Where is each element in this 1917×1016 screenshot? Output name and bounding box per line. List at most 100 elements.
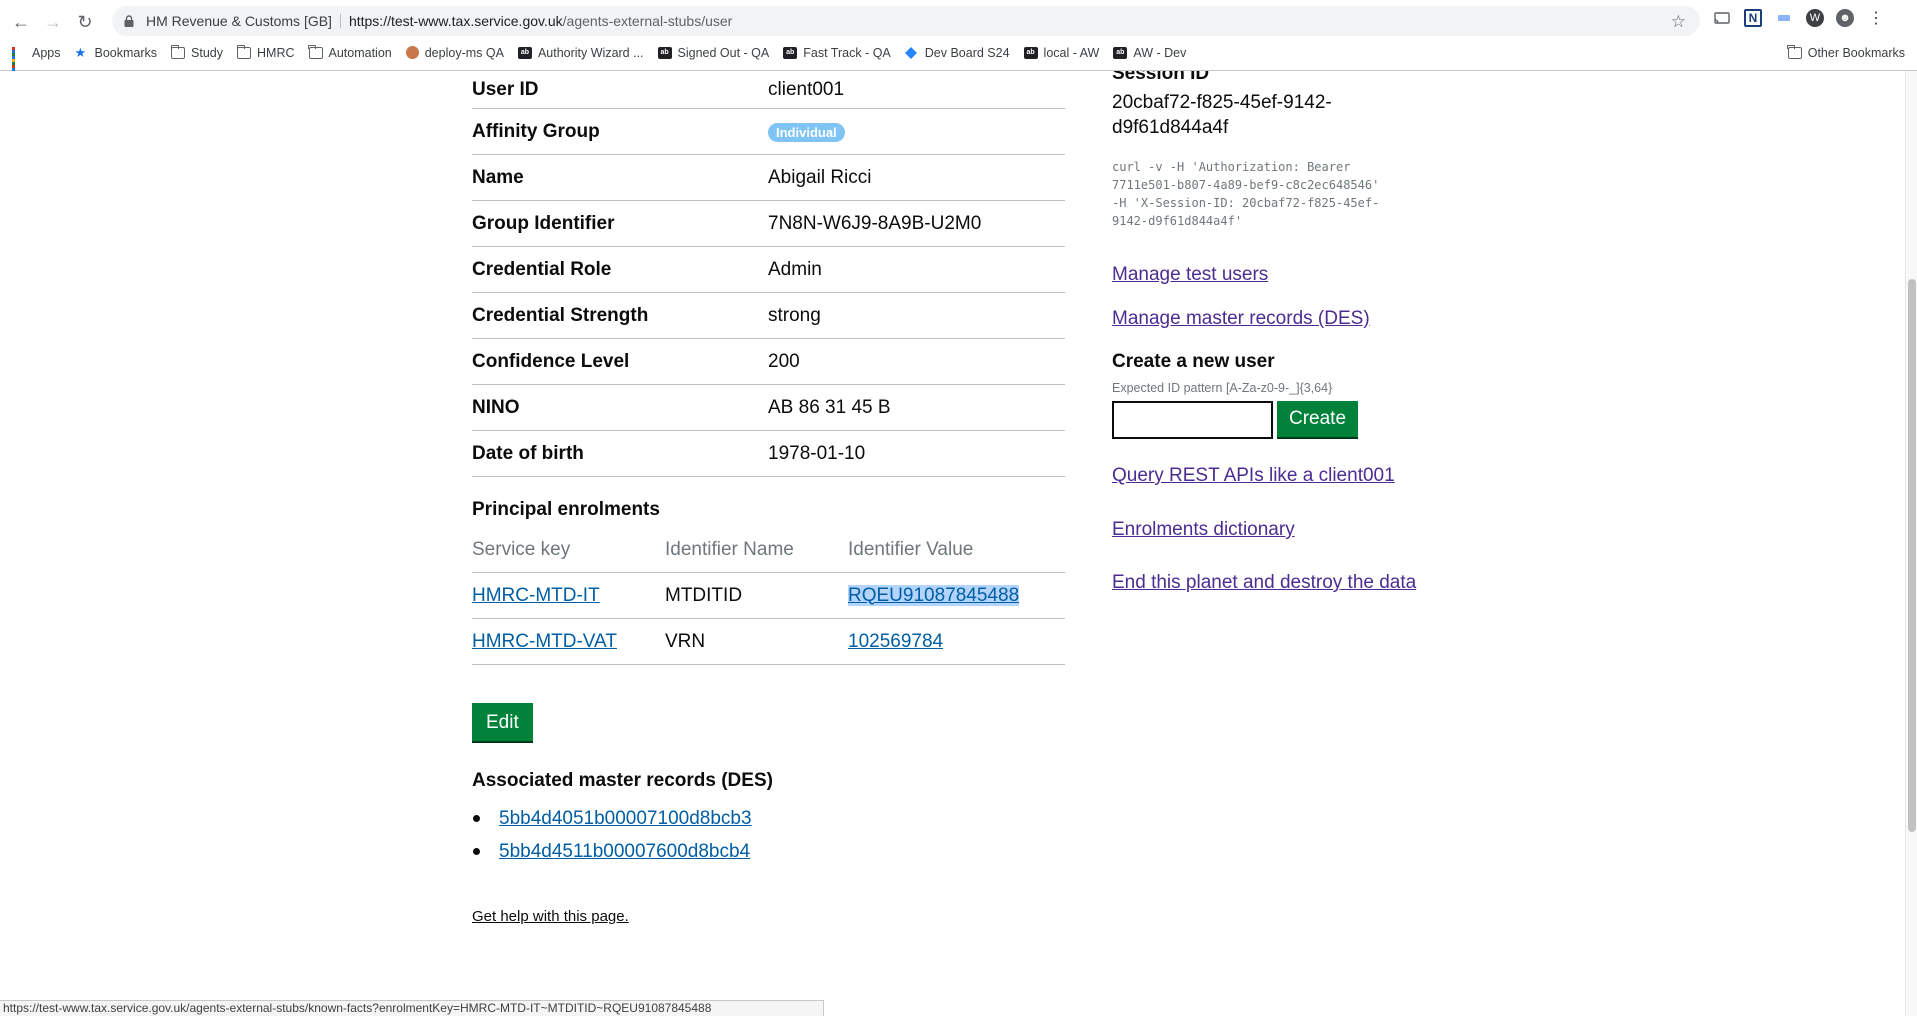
bookmark-fast-track-qa[interactable]: ab Fast Track - QA (783, 46, 891, 60)
reload-icon[interactable]: ↻ (72, 9, 98, 35)
bookmark-label: local - AW (1043, 45, 1100, 60)
list-item: 5bb4d4051b00007100d8bcb3 (472, 802, 1065, 835)
bookmark-star-icon[interactable]: ☆ (1671, 12, 1686, 32)
col-header-identifier-name: Identifier Name (665, 538, 794, 560)
address-bar[interactable]: HM Revenue & Customs [GB] https://test-w… (112, 6, 1700, 36)
enrolments-dictionary-link[interactable]: Enrolments dictionary (1112, 519, 1295, 541)
identifier-value-link[interactable]: RQEU91087845488 (848, 584, 1020, 606)
new-user-id-input[interactable] (1112, 401, 1273, 439)
folder-icon (236, 44, 251, 59)
manage-test-users-link[interactable]: Manage test users (1112, 264, 1268, 286)
detail-value: Admin (768, 258, 822, 280)
other-bookmarks[interactable]: Other Bookmarks (1787, 42, 1905, 63)
destroy-data-link[interactable]: End this planet and destroy the data (1112, 572, 1416, 594)
cast-icon[interactable] (1712, 8, 1732, 28)
bookmark-deploy-ms-qa[interactable]: deploy-ms QA (405, 46, 504, 60)
detail-key: Group Identifier (472, 212, 615, 234)
tab-icon: ab (783, 46, 798, 59)
profile-avatar-icon[interactable]: ☻ (1836, 9, 1854, 27)
curl-command: curl -v -H 'Authorization: Bearer 7711e5… (1112, 160, 1380, 228)
notion-extension-icon[interactable]: N (1744, 9, 1762, 27)
page-scrollbar[interactable] (1905, 71, 1917, 1016)
bookmark-label: Study (191, 45, 223, 60)
service-key-link[interactable]: HMRC-MTD-VAT (472, 631, 617, 652)
detail-value: client001 (768, 78, 845, 100)
detail-key: Confidence Level (472, 350, 630, 372)
affinity-badge: Individual (768, 122, 845, 142)
detail-row-name: Name Abigail Ricci (472, 155, 1065, 201)
bookmark-study[interactable]: Study (170, 44, 223, 60)
extension-icons: N W ☻ ⋮ (1712, 8, 1886, 28)
bookmark-authority-wizard[interactable]: ab Authority Wizard ... (517, 46, 644, 60)
detail-key: User ID (472, 78, 539, 100)
des-record-link[interactable]: 5bb4d4051b00007100d8bcb3 (499, 808, 752, 830)
tab-icon: ab (517, 46, 532, 59)
edit-button[interactable]: Edit (472, 703, 533, 743)
detail-key: Name (472, 166, 524, 188)
apps-grid-icon (12, 46, 26, 74)
des-record-link[interactable]: 5bb4d4511b00007600d8bcb4 (499, 841, 750, 863)
tag-extension-icon[interactable] (1774, 8, 1794, 28)
bookmark-dev-board[interactable]: Dev Board S24 (904, 45, 1010, 60)
bookmark-signed-out-qa[interactable]: ab Signed Out - QA (657, 45, 770, 60)
detail-value: 7N8N-W6J9-8A9B-U2M0 (768, 212, 982, 234)
bookmark-local-aw[interactable]: ab local - AW (1023, 45, 1100, 60)
detail-value: Abigail Ricci (768, 166, 872, 188)
get-help-link[interactable]: Get help with this page. (472, 908, 629, 925)
site-identity[interactable]: HM Revenue & Customs [GB] (146, 13, 332, 29)
bookmark-label: Bookmarks (94, 45, 158, 60)
create-button[interactable]: Create (1277, 401, 1359, 439)
link-status-bar: https://test-www.tax.service.gov.uk/agen… (0, 1000, 824, 1016)
detail-key: NINO (472, 396, 520, 418)
bullet (473, 815, 480, 822)
des-records-list: 5bb4d4051b00007100d8bcb3 5bb4d4511b00007… (472, 802, 1065, 868)
detail-key: Credential Strength (472, 304, 649, 326)
bookmark-label: Apps (32, 45, 61, 60)
bookmark-automation[interactable]: Automation (308, 44, 392, 60)
service-key-link[interactable]: HMRC-MTD-IT (472, 585, 600, 606)
other-bookmarks-label: Other Bookmarks (1807, 45, 1905, 60)
bookmark-label: Dev Board S24 (924, 45, 1010, 60)
browser-chrome: ← → ↻ HM Revenue & Customs [GB] https://… (0, 0, 1917, 74)
menu-kebab-icon[interactable]: ⋮ (1866, 8, 1886, 28)
id-pattern-hint: Expected ID pattern [A-Za-z0-9-_]{3,64} (1112, 381, 1333, 395)
identifier-value-link[interactable]: 102569784 (848, 631, 943, 652)
enrolments-header: Service key Identifier Name Identifier V… (472, 527, 1065, 573)
wordpress-extension-icon[interactable]: W (1806, 9, 1824, 27)
detail-value: 1978-01-10 (768, 442, 866, 464)
bookmark-label: AW - Dev (1133, 45, 1187, 60)
detail-key: Date of birth (472, 442, 584, 464)
forward-icon[interactable]: → (40, 9, 66, 35)
bookmark-hmrc[interactable]: HMRC (236, 44, 295, 60)
detail-value: AB 86 31 45 B (768, 396, 891, 418)
page-content: User ID client001 Affinity Group Individua… (0, 71, 1905, 1016)
session-id-title: Session ID (1112, 71, 1210, 84)
avatar-icon (405, 46, 419, 59)
col-header-service-key: Service key (472, 538, 571, 560)
manage-master-records-link[interactable]: Manage master records (DES) (1112, 308, 1370, 330)
folder-icon (308, 44, 323, 59)
detail-value: 200 (768, 350, 800, 372)
user-details: User ID client001 Affinity Group Individua… (472, 71, 1065, 925)
bookmark-label: Signed Out - QA (677, 45, 770, 60)
detail-row-date-of-birth: Date of birth 1978-01-10 (472, 431, 1065, 477)
detail-key: Affinity Group (472, 120, 600, 142)
enrolments-title: Principal enrolments (472, 499, 660, 520)
detail-row-affinity-group: Affinity Group Individual (472, 109, 1065, 155)
url-host[interactable]: https://test-www.tax.service.gov.uk (349, 13, 563, 29)
bullet (473, 848, 480, 855)
bookmark-aw-dev[interactable]: ab AW - Dev (1113, 46, 1186, 60)
bookmark-label: Fast Track - QA (803, 45, 891, 60)
enrolment-row: HMRC-MTD-VAT VRN 102569784 (472, 619, 1065, 665)
tab-icon: ab (1113, 46, 1128, 59)
scroll-thumb[interactable] (1908, 279, 1916, 832)
bookmark-apps[interactable]: Apps (12, 45, 61, 74)
identifier-name: MTDITID (665, 584, 743, 606)
bookmark-label: HMRC (257, 45, 295, 60)
bookmark-bookmarks[interactable]: ★ Bookmarks (75, 46, 158, 60)
detail-row-credential-strength: Credential Strength strong (472, 293, 1065, 339)
lock-icon (122, 14, 136, 28)
url-path[interactable]: /agents-external-stubs/user (563, 13, 733, 29)
query-rest-apis-link[interactable]: Query REST APIs like a client001 (1112, 465, 1395, 487)
back-icon[interactable]: ← (8, 9, 34, 35)
